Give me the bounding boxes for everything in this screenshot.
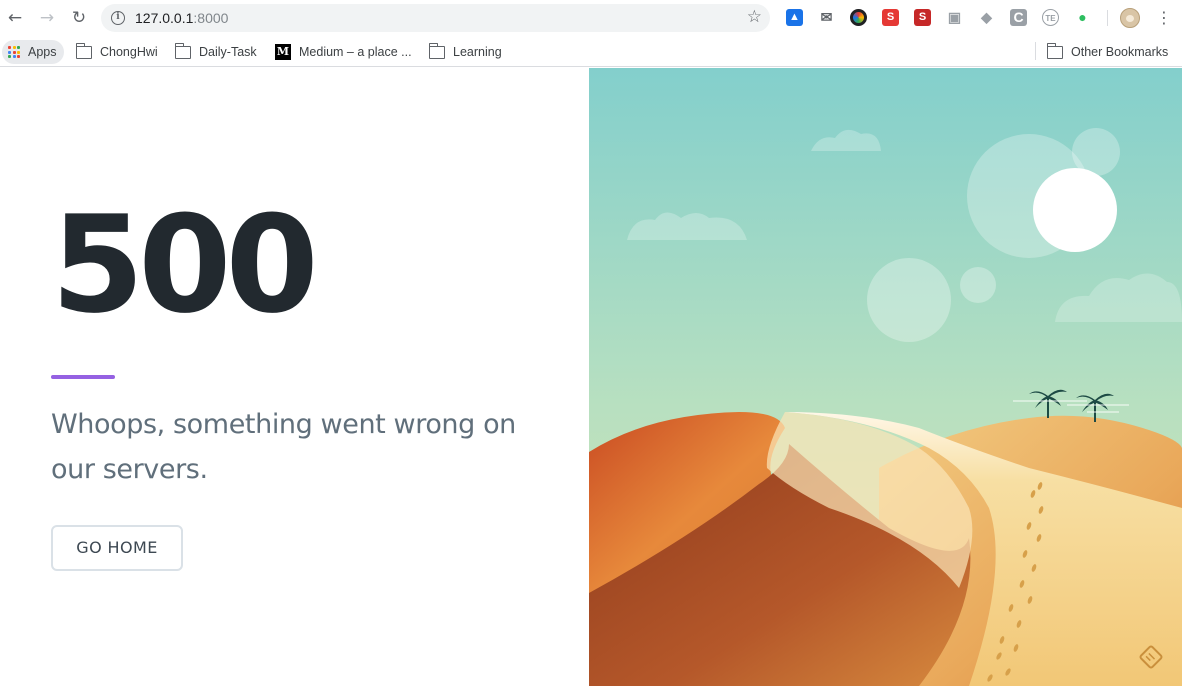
- mail-extension-icon[interactable]: ✉: [818, 9, 835, 26]
- browser-menu-icon[interactable]: ⋮: [1156, 8, 1172, 28]
- bookmark-label: ChongHwi: [100, 45, 158, 59]
- address-url[interactable]: 127.0.0.1:8000: [135, 10, 228, 26]
- bookmark-label: Learning: [453, 45, 502, 59]
- error-code: 500: [51, 187, 319, 343]
- te-extension-icon[interactable]: TE: [1042, 9, 1059, 26]
- color-wheel-extension-icon[interactable]: [850, 9, 867, 26]
- forward-arrow-icon[interactable]: →: [38, 8, 56, 28]
- bookmark-folder-chonghwi[interactable]: ChongHwi: [75, 40, 158, 64]
- toolbar-divider: [1107, 10, 1108, 26]
- tile-extension-icon[interactable]: ▣: [946, 9, 963, 26]
- c-extension-icon[interactable]: C: [1010, 9, 1027, 26]
- bookmark-label: Other Bookmarks: [1071, 45, 1169, 59]
- error-page: 500 Whoops, something went wrong on our …: [0, 68, 1182, 686]
- go-home-button[interactable]: GO HOME: [51, 525, 183, 571]
- folder-icon: [174, 42, 191, 59]
- folder-icon: [1046, 42, 1063, 59]
- browser-toolbar: ← → ↻ i 127.0.0.1:8000 ☆ ▲ ✉ S S ▣ ◆ C TE ● ⋮: [0, 0, 1182, 36]
- apps-grid-icon: [8, 46, 20, 58]
- bookmark-label: Daily-Task: [199, 45, 257, 59]
- bookmark-star-icon[interactable]: ☆: [747, 7, 762, 27]
- evernote-extension-icon[interactable]: ●: [1074, 9, 1091, 26]
- bookmark-folder-learning[interactable]: Learning: [428, 40, 502, 64]
- folder-icon: [75, 42, 92, 59]
- bookmark-label: Medium – a place ...: [299, 45, 412, 59]
- tag-extension-icon[interactable]: ◆: [978, 9, 995, 26]
- error-message: Whoops, something went wrong on our serv…: [51, 409, 516, 485]
- apps-label: Apps: [28, 45, 57, 59]
- site-info-icon[interactable]: i: [111, 11, 125, 25]
- s-extension-icon[interactable]: S: [882, 9, 899, 26]
- bookmark-medium[interactable]: M Medium – a place ...: [275, 40, 412, 64]
- reload-icon[interactable]: ↻: [70, 8, 88, 28]
- seo-extension-icon[interactable]: S: [914, 9, 931, 26]
- bookmark-folder-daily-task[interactable]: Daily-Task: [174, 40, 257, 64]
- profile-avatar[interactable]: [1120, 8, 1140, 28]
- medium-logo-icon: M: [275, 44, 291, 60]
- blue-tray-extension-icon[interactable]: ▲: [786, 9, 803, 26]
- apps-shortcut[interactable]: Apps: [2, 40, 64, 64]
- error-content-panel: 500 Whoops, something went wrong on our …: [0, 68, 589, 686]
- bookmark-folder-other[interactable]: Other Bookmarks: [1046, 40, 1169, 64]
- desert-illustration: [589, 68, 1182, 686]
- desert-illustration-svg: [589, 68, 1182, 686]
- bookmarks-divider: [1035, 42, 1036, 60]
- folder-icon: [428, 42, 445, 59]
- accent-divider: [51, 375, 115, 379]
- back-arrow-icon[interactable]: ←: [6, 8, 24, 28]
- address-bar[interactable]: i 127.0.0.1:8000 ☆: [101, 4, 770, 32]
- bookmarks-bar: Apps ChongHwi Daily-Task M Medium – a pl…: [0, 36, 1182, 67]
